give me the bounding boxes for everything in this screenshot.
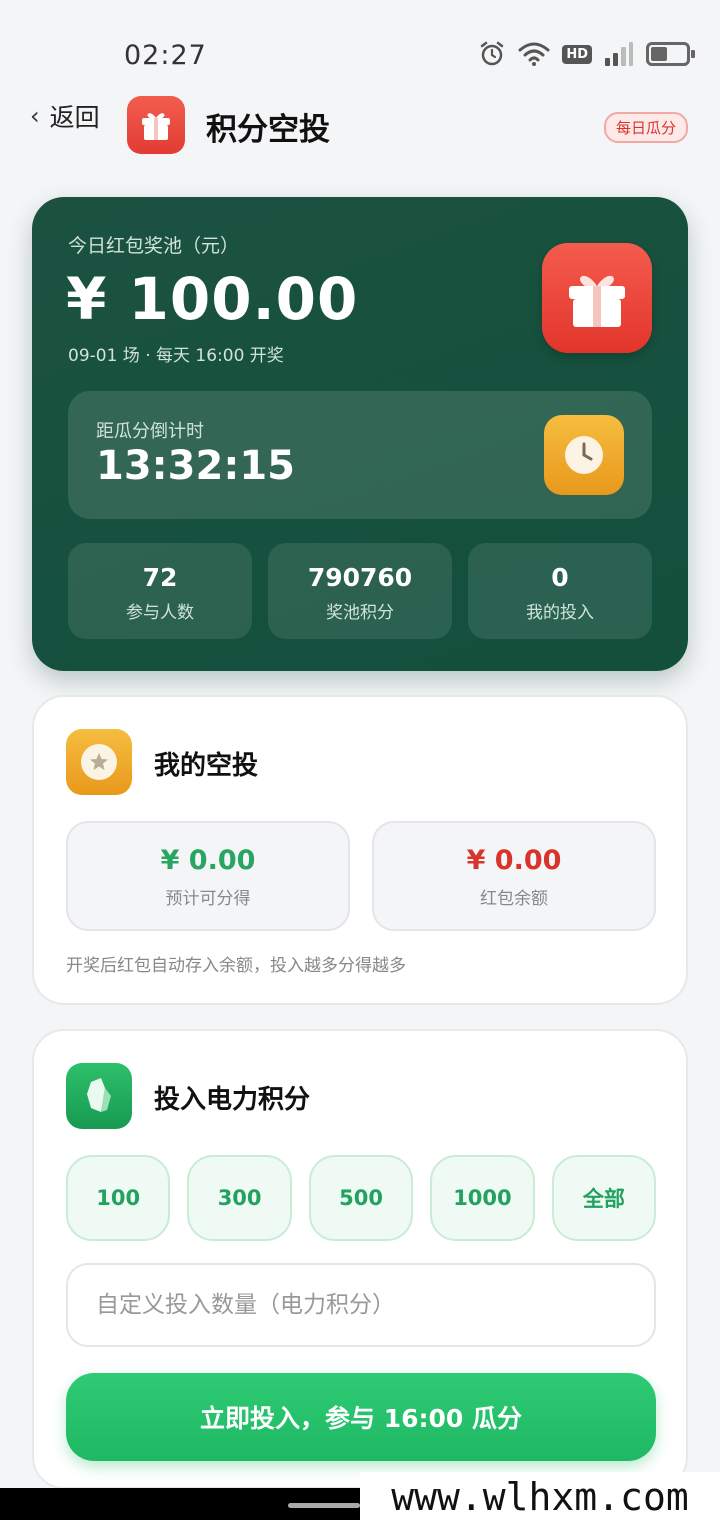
home-indicator[interactable] <box>288 1503 360 1508</box>
alarm-icon <box>481 41 504 66</box>
gift-icon <box>542 243 652 353</box>
daily-badge: 每日瓜分 <box>603 112 688 143</box>
stat-pool-points: 790760 奖池积分 <box>268 543 452 639</box>
estimate-box: ¥ 0.00 预计可分得 <box>66 821 350 931</box>
stat-label: 参与人数 <box>126 603 194 623</box>
amount-chips: 100 300 500 1000 全部 <box>66 1155 657 1241</box>
pool-subtitle: 09-01 场 · 每天 16:00 开奖 <box>68 346 284 366</box>
header: ‹ 返回 积分空投 每日瓜分 <box>0 90 720 170</box>
clock-icon <box>544 415 624 495</box>
custom-amount-input[interactable] <box>66 1263 656 1347</box>
pool-label: 今日红包奖池（元） <box>68 235 240 257</box>
chip-1000[interactable]: 1000 <box>430 1155 535 1241</box>
prize-pool-card: 今日红包奖池（元） ¥ 100.00 09-01 场 · 每天 16:00 开奖… <box>32 197 688 671</box>
my-airdrop-note: 开奖后红包自动存入余额，投入越多分得越多 <box>66 956 406 976</box>
countdown-label: 距瓜分倒计时 <box>96 421 204 442</box>
signal-icon <box>605 42 633 66</box>
stat-participants: 72 参与人数 <box>68 543 252 639</box>
stat-label: 我的投入 <box>526 603 594 623</box>
stat-my-investment: 0 我的投入 <box>468 543 652 639</box>
gift-logo-icon <box>127 96 185 154</box>
countdown-time: 13:32:15 <box>96 443 295 489</box>
chip-500[interactable]: 500 <box>308 1155 414 1241</box>
stat-label: 奖池积分 <box>326 603 394 623</box>
watermark: www.wlhxm.com <box>360 1472 720 1520</box>
status-icons: HD <box>478 40 695 68</box>
chevron-left-icon: ‹ <box>30 102 40 130</box>
hd-badge: HD <box>562 44 592 64</box>
invest-card: 投入电力积分 100 300 500 1000 全部 立即投入，参与 16:00… <box>32 1029 688 1489</box>
pool-amount: ¥ 100.00 <box>66 265 359 333</box>
chip-300[interactable]: 300 <box>187 1155 292 1241</box>
balance-box: ¥ 0.00 红包余额 <box>372 821 656 931</box>
my-airdrop-title: 我的空投 <box>154 751 259 781</box>
balance-label: 红包余额 <box>480 889 548 909</box>
chip-all[interactable]: 全部 <box>551 1155 657 1241</box>
pool-stats: 72 参与人数 790760 奖池积分 0 我的投入 <box>68 543 652 639</box>
my-airdrop-card: 我的空投 ¥ 0.00 预计可分得 ¥ 0.00 红包余额 开奖后红包自动存入余… <box>32 695 688 1005</box>
status-bar: 02:27 HD <box>0 0 720 90</box>
gem-icon <box>66 1063 132 1129</box>
back-label: 返回 <box>49 103 100 132</box>
invest-submit-button[interactable]: 立即投入，参与 16:00 瓜分 <box>66 1373 656 1461</box>
coin-icon <box>66 729 132 795</box>
invest-title: 投入电力积分 <box>154 1085 311 1115</box>
balance-value: ¥ 0.00 <box>466 845 562 876</box>
page-title: 积分空投 <box>206 112 330 148</box>
estimate-label: 预计可分得 <box>165 889 251 909</box>
back-button[interactable]: ‹ 返回 <box>30 98 100 134</box>
estimate-value: ¥ 0.00 <box>160 845 256 876</box>
my-airdrop-values: ¥ 0.00 预计可分得 ¥ 0.00 红包余额 <box>66 821 656 931</box>
chip-100[interactable]: 100 <box>66 1155 171 1241</box>
stat-value: 72 <box>142 563 178 592</box>
wifi-icon <box>518 42 550 66</box>
stat-value: 0 <box>551 563 569 592</box>
countdown-panel: 距瓜分倒计时 13:32:15 <box>68 391 652 519</box>
status-time: 02:27 <box>124 40 207 71</box>
stat-value: 790760 <box>307 563 413 592</box>
battery-icon <box>646 42 695 66</box>
